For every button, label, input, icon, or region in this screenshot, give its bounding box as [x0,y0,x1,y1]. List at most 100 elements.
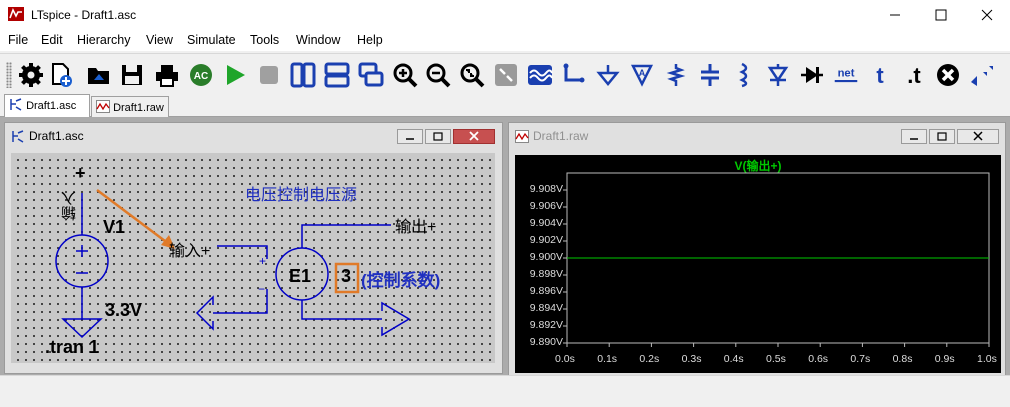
left-arrow-symbol [195,295,214,331]
zoom-in-icon[interactable] [392,62,418,88]
x-tick-label: 0.0s [555,353,575,365]
menu-file[interactable]: File [8,33,28,47]
title-bar: LTspice - Draft1.asc [0,0,1010,30]
schematic-restore-button[interactable] [425,129,451,144]
waveform-restore-button[interactable] [929,129,955,144]
schematic-window-title: Draft1.asc [29,129,84,143]
print-icon[interactable] [154,62,180,88]
inductor-icon[interactable] [731,62,757,88]
wire-icon[interactable] [561,62,587,88]
x-tick-label: 0.8s [892,353,913,365]
component-icon[interactable] [799,62,825,88]
tab-label: Draft1.raw [113,102,164,114]
menu-bar: File Edit Hierarchy View Simulate Tools … [0,30,1010,51]
x-tick-label: 0.7s [850,353,871,365]
settings-icon[interactable] [18,62,44,88]
menu-tools[interactable]: Tools [250,33,279,47]
toolbar: AC A net t .t [0,53,1010,93]
svg-text:−: − [258,282,265,296]
y-tick-label: 9.890V [529,336,563,348]
x-tick-label: 0.1s [597,353,618,365]
new-schematic-icon[interactable] [49,62,75,88]
x-tick-label: 0.6s [808,353,829,365]
input-net-vertical-label: 输入 [61,191,78,221]
e1-name-label: E1 [289,266,312,286]
diode-icon[interactable] [765,62,791,88]
e1-gain-value[interactable]: 3 [341,266,351,287]
capacitor-icon[interactable] [697,62,723,88]
output-net-label[interactable]: 输出+ [395,213,436,237]
control-panel-icon[interactable]: AC [188,62,214,88]
x-tick-label: 0.2s [639,353,660,365]
tab-draft1-raw[interactable]: Draft1.raw [91,96,169,117]
waveform-icon[interactable] [527,62,553,88]
text-button[interactable]: t [867,62,893,88]
label-net-icon[interactable]: A [629,62,655,88]
ltspice-app-icon [8,7,24,21]
net-text: net [838,68,855,80]
autorange-icon[interactable] [493,62,519,88]
halt-icon[interactable] [256,62,282,88]
x-tick-label: 0.3s [681,353,702,365]
ground-symbol[interactable] [61,318,103,339]
delete-icon[interactable] [935,62,961,88]
document-tab-bar: Draft1.asc Draft1.raw [0,93,1010,117]
schematic-minimize-button[interactable] [397,129,423,144]
mdi-workspace: Draft1.asc + − + 输入 V1 3.3V .tran 1 输入+ … [0,117,1010,407]
cascade-icon[interactable] [358,62,384,88]
directive-glyph: .t [907,63,921,88]
plus-terminal-label: + [75,163,86,183]
schematic-close-button[interactable] [453,129,495,144]
svg-text:+: + [259,254,266,268]
zoom-out-icon[interactable] [425,62,451,88]
tile-vertical-icon[interactable] [290,62,316,88]
waveform-plot[interactable]: V(输出+) 9.908V 9.906V 9.904V 9.902V 9.900V 9.8… [515,155,1001,373]
spice-directive-button[interactable]: .t [901,62,927,88]
menu-help[interactable]: Help [357,33,383,47]
v1-value-label[interactable]: 3.3V [105,300,142,321]
waveform-window-title: Draft1.raw [533,129,589,143]
x-tick-label: 0.5s [766,353,786,365]
svg-text:AC: AC [194,71,208,82]
ground-icon[interactable] [595,62,621,88]
save-icon[interactable] [119,62,145,88]
schematic-window-titlebar[interactable]: Draft1.asc [5,123,502,149]
minimize-button[interactable] [872,0,918,30]
menu-edit[interactable]: Edit [41,33,63,47]
v1-name-label: V1 [103,217,126,237]
x-tick-label: 0.4s [723,353,744,365]
vcvs-annotation[interactable]: 电压控制电压源 [245,181,357,205]
menu-simulate[interactable]: Simulate [187,33,236,47]
window-title: LTspice - Draft1.asc [31,8,137,22]
toolbar-grip[interactable] [6,62,12,88]
waveform-doc-icon [515,130,529,143]
maximize-button[interactable] [918,0,964,30]
waveform-window: Draft1.raw V(输出+) 9.908V 9.906V 9.904V 9.90… [508,122,1006,379]
status-bar [0,375,1010,407]
tab-draft1-asc[interactable]: Draft1.asc [4,94,90,117]
gain-note[interactable]: (控制系数) [361,266,440,291]
waveform-close-button[interactable] [957,129,999,144]
tab-label: Draft1.asc [26,100,77,112]
close-button[interactable] [964,0,1010,30]
run-icon[interactable] [222,62,248,88]
open-file-icon[interactable] [86,62,112,88]
menu-window[interactable]: Window [296,33,340,47]
tile-horizontal-icon[interactable] [324,62,350,88]
menu-view[interactable]: View [146,33,173,47]
menu-hierarchy[interactable]: Hierarchy [77,33,131,47]
schematic-canvas[interactable]: + − + 输入 V1 3.3V .tran 1 输入+ 输出+ 电压控制电压源… [11,153,495,363]
schematic-window: Draft1.asc + − + 输入 V1 3.3V .tran 1 输入+ … [4,122,503,374]
schematic-icon [12,130,24,143]
input-net-label[interactable]: 输入+ [169,237,210,261]
waveform-minimize-button[interactable] [901,129,927,144]
tran-directive[interactable]: .tran 1 [45,337,99,358]
y-tick-label: 9.906V [529,200,563,212]
net-button[interactable]: net [833,62,863,88]
y-tick-label: 9.904V [529,217,563,229]
move-icon[interactable] [969,62,995,88]
zoom-fit-icon[interactable] [459,62,485,88]
waveform-window-titlebar[interactable]: Draft1.raw [509,123,1005,149]
y-tick-label: 9.908V [529,183,563,195]
resistor-icon[interactable] [663,62,689,88]
